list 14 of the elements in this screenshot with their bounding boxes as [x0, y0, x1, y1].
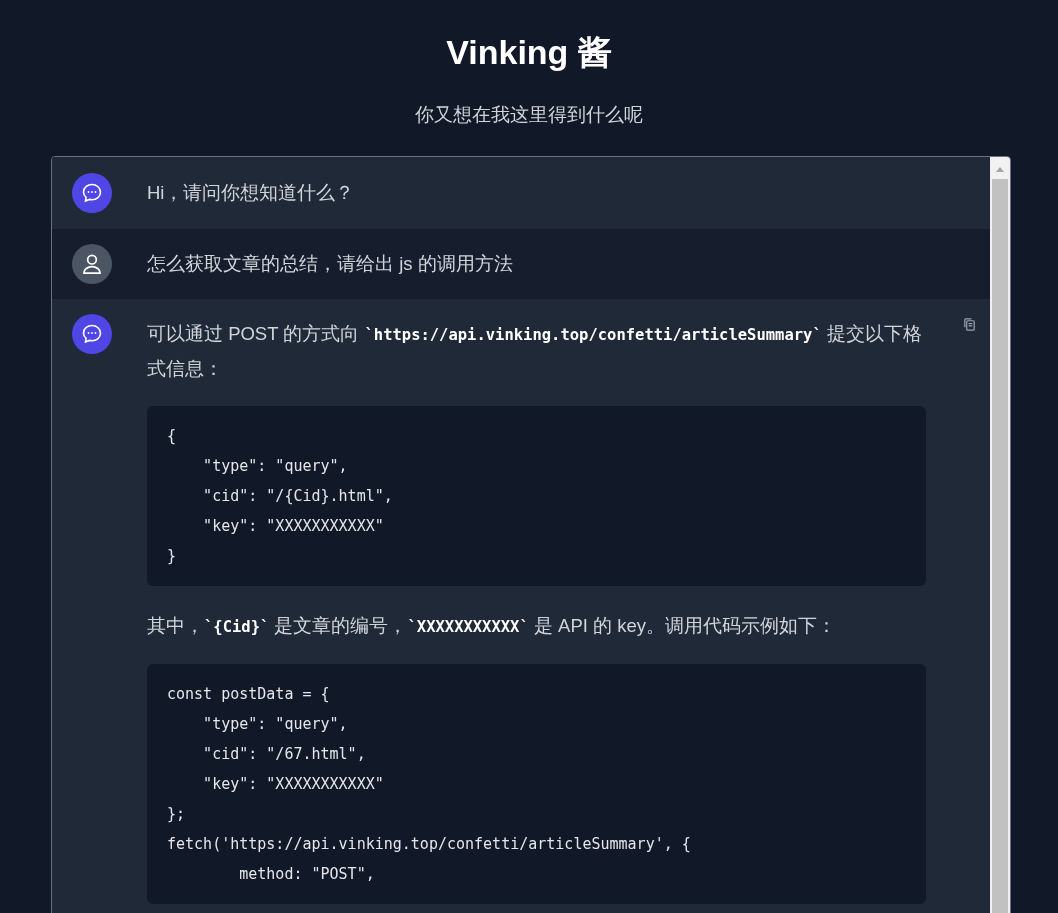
page-subtitle: 你又想在我这里得到什么呢 [415, 103, 643, 127]
code-block: { "type": "query", "cid": "/{Cid}.html", "key": "XXXXXXXXXXX" } [147, 406, 926, 586]
user-icon [72, 244, 112, 284]
message-text: 可以通过 POST 的方式向 `https://api.vinking.top/confetti/articleSummary` 提交以下格式信息： [147, 322, 923, 381]
message-text: 怎么获取文章的总结，请给出 js 的调用方法 [147, 252, 514, 276]
scrollbar[interactable] [990, 157, 1010, 913]
message-text: 其中，`{Cid}` 是文章的编号，`XXXXXXXXXXX` 是 API 的 key。调用代码示例如下： [147, 614, 837, 638]
scrollbar-thumb[interactable] [992, 179, 1008, 913]
chat-bubble-icon [72, 314, 112, 354]
page-title: Vinking 酱 [446, 32, 612, 73]
code-block: const postData = { "type": "query", "cid": "/67.html", "key": "XXXXXXXXXXX" }; fetch('https://api.vinking.top/confetti/articleSummary', { method: "POST", [147, 664, 926, 904]
scroll-up-icon[interactable] [995, 165, 1005, 173]
chat-bubble-icon [72, 173, 112, 213]
message-text: Hi，请问你想知道什么？ [147, 181, 356, 205]
